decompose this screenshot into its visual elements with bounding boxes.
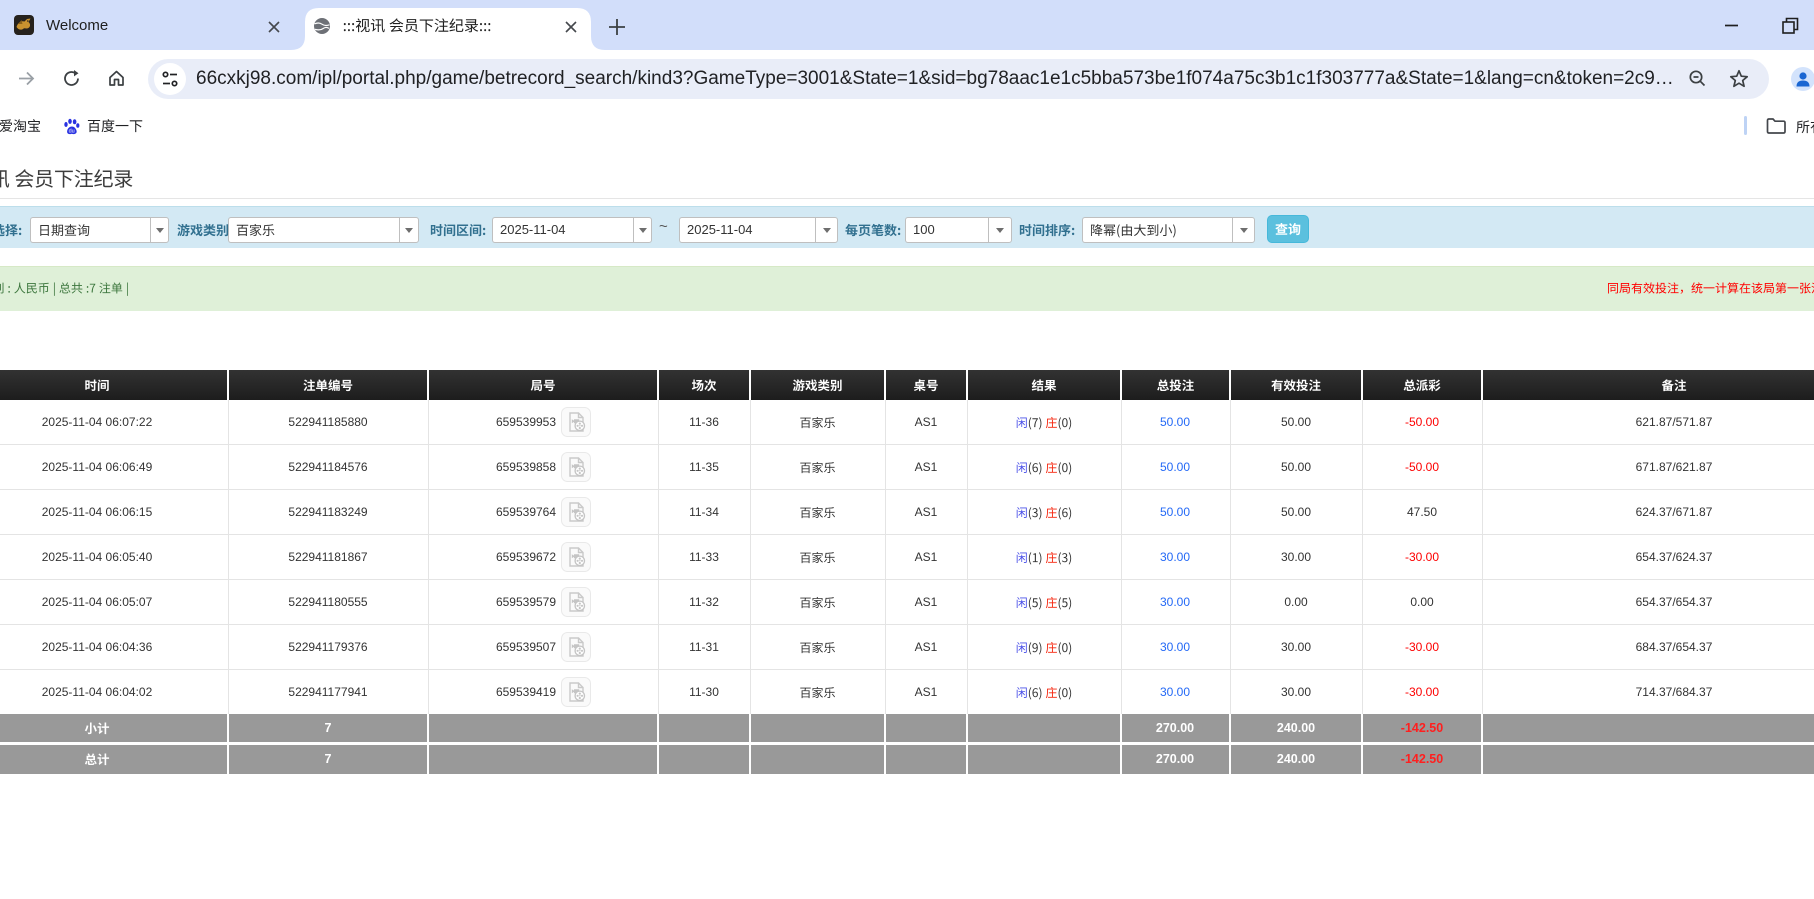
svg-text:du: du xyxy=(69,128,75,134)
